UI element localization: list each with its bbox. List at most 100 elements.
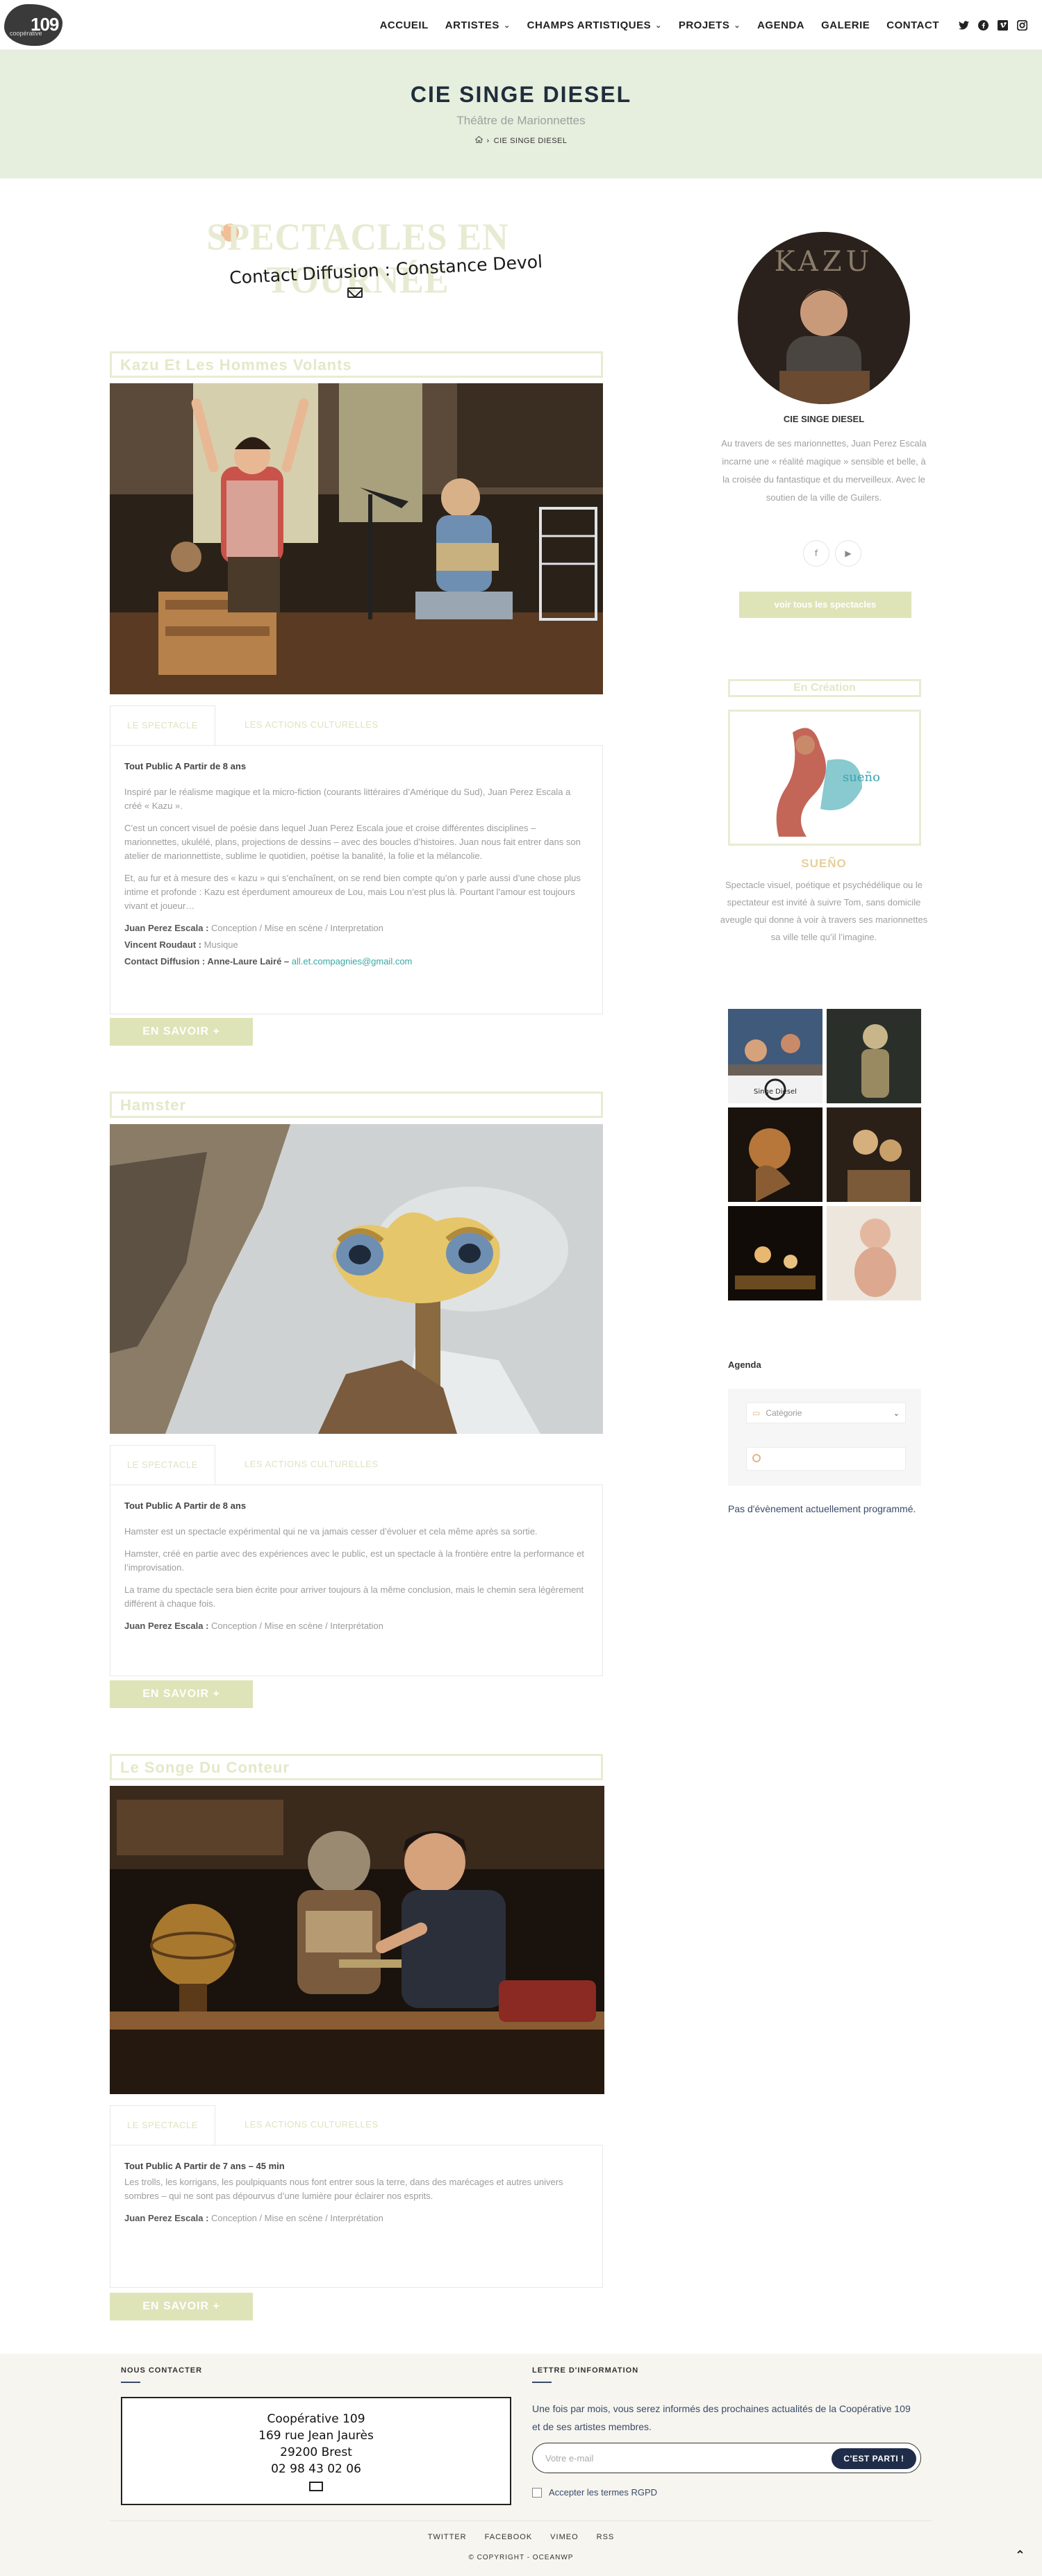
footer-link-rss[interactable]: RSS bbox=[597, 2533, 615, 2541]
nav-label: CHAMPS ARTISTIQUES bbox=[527, 19, 652, 31]
footer-link-vimeo[interactable]: VIMEO bbox=[550, 2533, 578, 2541]
copyright: © COPYRIGHT - OCEANWP bbox=[468, 2554, 574, 2561]
instagram-icon[interactable] bbox=[1016, 19, 1028, 32]
chevron-down-icon: ⌄ bbox=[503, 22, 511, 30]
rgpd-checkbox-row[interactable]: Accepter les termes RGPD bbox=[532, 2487, 657, 2498]
contact-email-link[interactable]: all.et.compagnies@gmail.com bbox=[292, 956, 413, 967]
category-select[interactable]: ▭ Catégorie ⌄ bbox=[746, 1403, 906, 1423]
nav-label: ACCUEIL bbox=[379, 19, 429, 31]
en-savoir-plus-button[interactable]: EN SAVOIR + bbox=[110, 1680, 253, 1708]
show-title[interactable]: Kazu Et Les Hommes Volants bbox=[110, 351, 603, 378]
gallery-thumb[interactable] bbox=[827, 1206, 921, 1300]
newsletter-text: Une fois par mois, vous serez informés d… bbox=[532, 2403, 911, 2432]
gallery-thumb[interactable]: Singe Diesel bbox=[728, 1009, 822, 1103]
nav-projets[interactable]: PROJETS ⌄ bbox=[670, 15, 749, 35]
rgpd-checkbox[interactable] bbox=[532, 2487, 542, 2498]
show-title[interactable]: Le Songe Du Conteur bbox=[110, 1754, 603, 1780]
credit-name: Juan Perez Escala : bbox=[124, 2213, 209, 2223]
gallery-thumb[interactable] bbox=[728, 1206, 822, 1300]
phone-number[interactable]: 02 98 43 02 06 bbox=[122, 2461, 510, 2477]
gallery-thumb[interactable] bbox=[827, 1107, 921, 1202]
show-photo-songe[interactable] bbox=[110, 1786, 604, 2094]
en-creation-title: En Création bbox=[728, 679, 921, 697]
tab-le-spectacle[interactable]: LE SPECTACLE bbox=[110, 2105, 215, 2146]
show-photo-kazu[interactable] bbox=[110, 383, 603, 694]
twitter-icon[interactable] bbox=[957, 19, 970, 32]
tab-actions-culturelles[interactable]: LES ACTIONS CULTURELLES bbox=[228, 705, 395, 746]
gallery-thumb[interactable] bbox=[827, 1009, 921, 1103]
nav-champs-artistiques[interactable]: CHAMPS ARTISTIQUES ⌄ bbox=[519, 15, 670, 35]
youtube-icon[interactable]: ▶ bbox=[835, 540, 861, 567]
email-placeholder: Votre e-mail bbox=[545, 2453, 594, 2464]
category-select-value: Catégorie bbox=[766, 1408, 802, 1418]
artist-bio: Au travers de ses marionnettes, Juan Per… bbox=[721, 438, 927, 503]
show-paragraph: Inspiré par le réalisme magique et la mi… bbox=[124, 787, 571, 811]
nav-label: CONTACT bbox=[886, 19, 939, 31]
tab-actions-culturelles[interactable]: LES ACTIONS CULTURELLES bbox=[228, 1445, 395, 1485]
vimeo-icon[interactable] bbox=[996, 19, 1009, 32]
page-subtitle: Théâtre de Marionnettes bbox=[456, 114, 586, 127]
envelope-icon[interactable] bbox=[309, 2482, 323, 2491]
nav-artistes[interactable]: ARTISTES ⌄ bbox=[437, 15, 519, 35]
creation-image[interactable]: sueño bbox=[728, 710, 921, 846]
show-title[interactable]: Hamster bbox=[110, 1092, 603, 1118]
rgpd-label: Accepter les termes RGPD bbox=[549, 2487, 658, 2498]
facebook-icon[interactable] bbox=[977, 19, 989, 32]
credit-role: Conception / Mise en scène / Interpretat… bbox=[211, 923, 383, 933]
envelope-icon[interactable] bbox=[347, 287, 363, 298]
credit-role: Musique bbox=[204, 939, 238, 950]
nav-label: GALERIE bbox=[821, 19, 870, 31]
artist-avatar[interactable]: KAZU bbox=[738, 232, 910, 404]
tab-le-spectacle[interactable]: LE SPECTACLE bbox=[110, 1445, 215, 1485]
site-footer: NOUS CONTACTER Coopérative 109 169 rue J… bbox=[0, 2354, 1042, 2576]
show-credit: Vincent Roudaut : Musique bbox=[124, 938, 588, 952]
nav-label: AGENDA bbox=[757, 19, 805, 31]
credit-name: Juan Perez Escala : bbox=[124, 923, 209, 933]
en-savoir-plus-button[interactable]: EN SAVOIR + bbox=[110, 2293, 253, 2320]
site-logo[interactable]: 109 coopérative bbox=[3, 3, 64, 47]
tab-panel: Tout Public A Partir de 8 ans Inspiré pa… bbox=[110, 745, 603, 1014]
search-icon bbox=[752, 1454, 761, 1462]
logo-text: coopérative bbox=[10, 30, 42, 37]
social-links bbox=[957, 19, 1028, 32]
main-nav: ACCUEIL ARTISTES ⌄ CHAMPS ARTISTIQUES ⌄ PR… bbox=[372, 15, 1028, 35]
tab-actions-culturelles[interactable]: LES ACTIONS CULTURELLES bbox=[228, 2105, 395, 2146]
footer-address-card: Coopérative 109 169 rue Jean Jaurès 2920… bbox=[121, 2397, 511, 2505]
tab-le-spectacle[interactable]: LE SPECTACLE bbox=[110, 705, 215, 746]
credit-name: Vincent Roudaut : bbox=[124, 939, 201, 950]
scroll-to-top-icon[interactable]: ⌃ bbox=[1015, 2548, 1025, 2563]
breadcrumb-current: CIE SINGE DIESEL bbox=[493, 136, 568, 145]
newsletter-email-input[interactable]: Votre e-mail C'EST PARTI ! bbox=[532, 2443, 921, 2473]
voir-tous-les-spectacles-button[interactable]: voir tous les spectacles bbox=[739, 592, 911, 618]
creation-show-title[interactable]: SUEÑO bbox=[718, 857, 929, 871]
show-photo-hamster[interactable] bbox=[110, 1124, 603, 1434]
show-credit: Juan Perez Escala : Conception / Mise en… bbox=[124, 1619, 588, 1633]
subscribe-button[interactable]: C'EST PARTI ! bbox=[832, 2448, 916, 2469]
site-header: 109 coopérative ACCUEIL ARTISTES ⌄ CHAMPS… bbox=[0, 0, 1042, 50]
show-tabs: LE SPECTACLE LES ACTIONS CULTURELLES bbox=[110, 1445, 603, 1485]
agenda-search-input[interactable] bbox=[746, 1447, 906, 1471]
show-tabs: LE SPECTACLE LES ACTIONS CULTURELLES bbox=[110, 2105, 603, 2146]
home-icon[interactable] bbox=[474, 135, 483, 145]
show-contact: Contact Diffusion : Anne-Laure Lairé – a… bbox=[124, 955, 588, 969]
nav-accueil[interactable]: ACCUEIL bbox=[372, 15, 437, 35]
show-credit: Juan Perez Escala : Conception / Mise en… bbox=[124, 921, 588, 935]
show-paragraph: La trame du spectacle sera bien écrite p… bbox=[124, 1584, 584, 1609]
creation-description: Spectacle visuel, poétique et psychédéli… bbox=[720, 880, 928, 942]
show-tabs: LE SPECTACLE LES ACTIONS CULTURELLES bbox=[110, 705, 603, 746]
agenda-filter: ▭ Catégorie ⌄ bbox=[728, 1389, 921, 1486]
nav-contact[interactable]: CONTACT bbox=[878, 15, 948, 35]
nav-agenda[interactable]: AGENDA bbox=[749, 15, 813, 35]
nav-galerie[interactable]: GALERIE bbox=[813, 15, 878, 35]
address-line: 169 rue Jean Jaurès bbox=[258, 2429, 374, 2443]
photo-gallery: Singe Diesel bbox=[728, 1009, 921, 1300]
footer-link-facebook[interactable]: FACEBOOK bbox=[485, 2533, 533, 2541]
facebook-icon[interactable]: f bbox=[803, 540, 829, 567]
en-savoir-plus-button[interactable]: EN SAVOIR + bbox=[110, 1018, 253, 1046]
breadcrumb-separator: › bbox=[486, 136, 490, 145]
show-paragraph: Et, au fur et à mesure des « kazu » qui … bbox=[124, 873, 581, 911]
nav-label: PROJETS bbox=[678, 19, 730, 31]
gallery-thumb[interactable] bbox=[728, 1107, 822, 1202]
credit-role: Conception / Mise en scène / Interprétat… bbox=[211, 1621, 383, 1631]
footer-link-twitter[interactable]: TWITTER bbox=[428, 2533, 467, 2541]
